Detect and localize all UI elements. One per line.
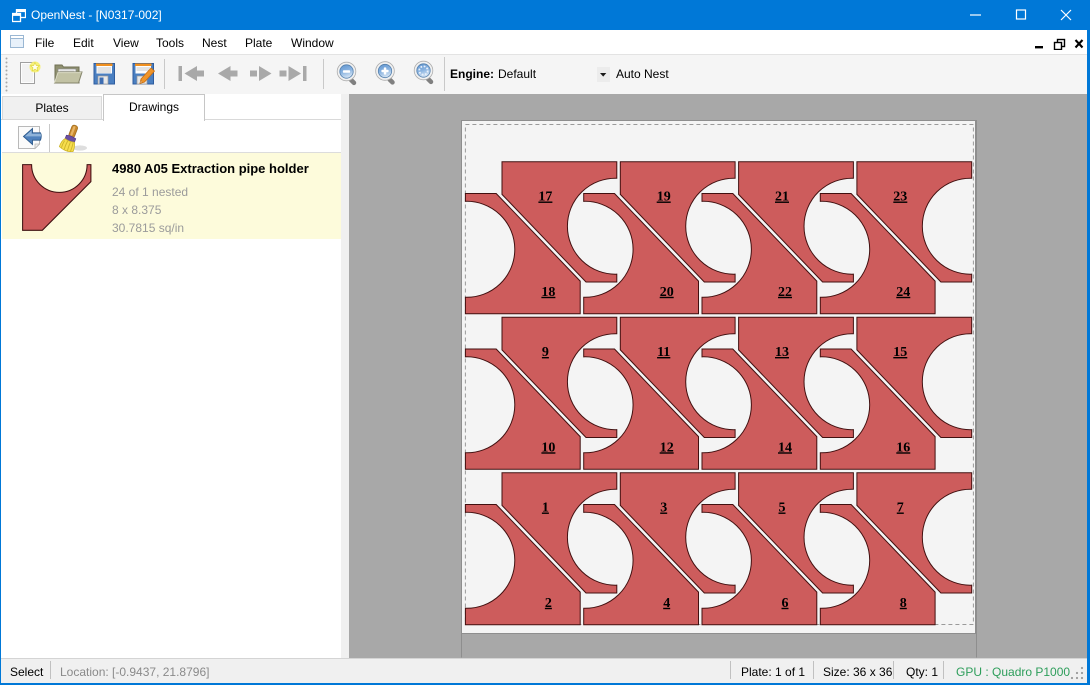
svg-text:8: 8 [900, 596, 907, 611]
svg-text:22: 22 [778, 285, 792, 300]
svg-text:5: 5 [779, 501, 786, 516]
svg-text:18: 18 [541, 285, 555, 300]
svg-text:1: 1 [542, 501, 549, 516]
svg-text:14: 14 [778, 440, 792, 455]
svg-text:3: 3 [660, 501, 667, 516]
svg-text:17: 17 [538, 190, 552, 205]
svg-text:20: 20 [660, 285, 674, 300]
svg-text:6: 6 [782, 596, 789, 611]
svg-text:11: 11 [657, 345, 670, 360]
svg-text:7: 7 [897, 501, 904, 516]
svg-text:10: 10 [541, 440, 555, 455]
svg-text:12: 12 [660, 440, 674, 455]
svg-text:2: 2 [545, 596, 552, 611]
svg-text:16: 16 [896, 440, 910, 455]
svg-text:4: 4 [663, 596, 670, 611]
svg-text:13: 13 [775, 345, 789, 360]
svg-text:15: 15 [893, 345, 907, 360]
svg-text:19: 19 [657, 190, 671, 205]
svg-text:24: 24 [896, 285, 910, 300]
svg-text:9: 9 [542, 345, 549, 360]
svg-text:23: 23 [893, 190, 907, 205]
svg-text:21: 21 [775, 190, 789, 205]
